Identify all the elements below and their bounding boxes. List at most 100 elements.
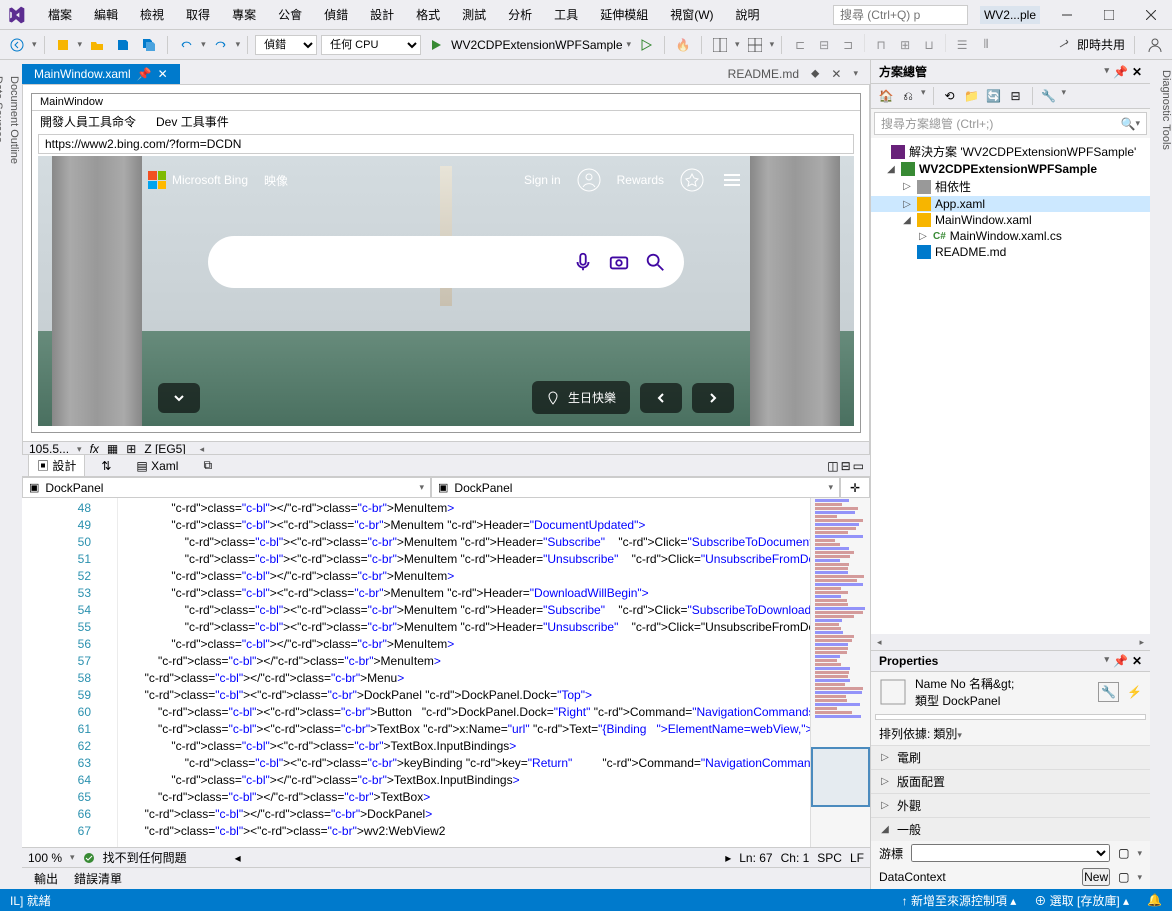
show-all-icon[interactable]: 📁 <box>963 87 981 105</box>
code-minimap[interactable] <box>810 498 870 847</box>
refresh-icon[interactable]: 🔄 <box>985 87 1003 105</box>
branch-icon[interactable]: ⎌ <box>899 87 917 105</box>
save-all-icon[interactable] <box>138 34 160 56</box>
element-combo-left[interactable]: ▣ DockPanel▾ <box>22 477 431 498</box>
solution-tree[interactable]: 解決方案 'WV2CDPExtensionWPFSample' ◢WV2CDPE… <box>871 138 1150 634</box>
menu-test[interactable]: 測試 <box>452 2 496 27</box>
menu-debug[interactable]: 偵錯 <box>314 2 358 27</box>
maximize-button[interactable] <box>1094 5 1124 25</box>
split-horizontal-icon[interactable]: ⊟ <box>841 459 851 473</box>
bing-logo[interactable]: Microsoft Bing <box>148 171 248 189</box>
menu-view[interactable]: 檢視 <box>130 2 174 27</box>
start-icon[interactable] <box>425 34 447 56</box>
source-control-button[interactable]: ↑ 新增至來源控制項 ▴ <box>902 892 1017 909</box>
tab-readme[interactable]: README.md ⬥ ✕ ▾ <box>716 63 870 84</box>
save-icon[interactable] <box>112 34 134 56</box>
user-icon[interactable] <box>577 168 601 192</box>
properties-icon[interactable]: 🔧 <box>1040 87 1058 105</box>
search-icon[interactable]: 🔍 <box>1121 117 1136 131</box>
menu-build[interactable]: 公會 <box>268 2 312 27</box>
search-input[interactable] <box>833 5 968 25</box>
rewards-button[interactable]: Rewards <box>617 173 664 187</box>
pin-icon[interactable]: 📌 <box>1113 65 1128 79</box>
scroll-down-button[interactable] <box>158 383 200 413</box>
marker-icon[interactable]: ▢ <box>1118 846 1129 860</box>
dropdown-icon[interactable]: ▾ <box>32 39 37 50</box>
wrench-icon[interactable]: 🔧 <box>1098 682 1119 702</box>
location-badge[interactable]: 生日快樂 <box>532 381 630 414</box>
wpf-menu-devtools[interactable]: 開發人員工具命令 <box>40 113 136 130</box>
dropdown-icon[interactable]: ▾ <box>1104 65 1109 79</box>
platform-select[interactable]: 任何 CPU <box>321 35 421 55</box>
element-name[interactable]: No 名稱&gt; <box>950 677 1014 691</box>
new-project-icon[interactable] <box>52 34 74 56</box>
menu-extensions[interactable]: 延伸模組 <box>590 2 658 27</box>
sync-icon[interactable]: ⟲ <box>941 87 959 105</box>
split-sync-icon[interactable]: ✛ <box>840 477 870 498</box>
section-general[interactable]: ◢一般 <box>871 817 1150 841</box>
split-tab-design[interactable]: ▣ 設計 <box>28 454 85 477</box>
close-tab-icon[interactable]: ✕ <box>158 67 168 81</box>
swap-icon[interactable]: ⇅ <box>101 459 111 473</box>
tab-diagnostic-tools[interactable]: Diagnostic Tools <box>1150 60 1172 889</box>
grid-icon[interactable] <box>744 34 766 56</box>
menu-get[interactable]: 取得 <box>176 2 220 27</box>
search-icon[interactable] <box>644 251 666 273</box>
xaml-designer[interactable]: MainWindow 開發人員工具命令 Dev 工具事件 https://www… <box>22 84 870 454</box>
mic-icon[interactable] <box>572 251 594 273</box>
menu-project[interactable]: 專案 <box>222 2 266 27</box>
home-icon[interactable]: 🏠 <box>877 87 895 105</box>
menu-design[interactable]: 設計 <box>360 2 404 27</box>
pin-icon[interactable]: 📌 <box>137 67 152 81</box>
solution-name[interactable]: WV2...ple <box>980 6 1040 24</box>
line-indicator[interactable]: Ln: 67 <box>739 851 772 865</box>
start-no-debug-icon[interactable] <box>635 34 657 56</box>
hamburger-icon[interactable] <box>720 168 744 192</box>
element-combo-right[interactable]: ▣ DockPanel▾ <box>431 477 840 498</box>
close-panel-icon[interactable]: ✕ <box>1132 654 1142 668</box>
editor-zoom[interactable]: 100 % <box>28 851 62 865</box>
menu-analyze[interactable]: 分析 <box>498 2 542 27</box>
prev-button[interactable] <box>640 383 682 413</box>
undo-icon[interactable] <box>175 34 197 56</box>
config-select[interactable]: 偵錯 <box>255 35 317 55</box>
split-collapse-icon[interactable]: ▭ <box>853 459 864 473</box>
char-indicator[interactable]: Ch: 1 <box>781 851 810 865</box>
account-icon[interactable] <box>1144 34 1166 56</box>
redo-icon[interactable] <box>210 34 232 56</box>
menu-file[interactable]: 檔案 <box>38 2 82 27</box>
camera-icon[interactable] <box>608 251 630 273</box>
tab-data-sources[interactable]: Data Sources <box>0 68 6 889</box>
notifications-icon[interactable]: 🔔 <box>1147 893 1162 907</box>
tab-error-list[interactable]: 錯誤清單 <box>74 870 122 887</box>
section-brush[interactable]: ▷電刷 <box>871 745 1150 769</box>
live-share-button[interactable]: 即時共用 <box>1077 36 1125 53</box>
close-panel-icon[interactable]: ✕ <box>1132 65 1142 79</box>
lf-indicator[interactable]: LF <box>850 851 864 865</box>
repo-select-button[interactable]: ⊕ 選取 [存放庫] ▴ <box>1034 892 1129 909</box>
bing-search-box[interactable] <box>208 236 684 288</box>
menu-edit[interactable]: 編輯 <box>84 2 128 27</box>
tab-mainwindow-xaml[interactable]: MainWindow.xaml 📌 ✕ <box>22 64 180 84</box>
collapse-icon[interactable]: ⊟ <box>1007 87 1025 105</box>
marker-icon[interactable]: ▢ <box>1118 870 1129 884</box>
split-tab-xaml[interactable]: ▤ Xaml <box>127 456 187 476</box>
hot-reload-icon[interactable]: 🔥 <box>672 34 694 56</box>
split-vertical-icon[interactable]: ◫ <box>827 459 838 473</box>
cursor-select[interactable] <box>911 844 1110 862</box>
section-layout[interactable]: ▷版面配置 <box>871 769 1150 793</box>
bing-nav-images[interactable]: 映像 <box>264 172 288 189</box>
wpf-url-bar[interactable]: https://www2.bing.com/?form=DCDN <box>38 134 854 154</box>
menu-help[interactable]: 說明 <box>726 2 770 27</box>
wpf-menu-devevents[interactable]: Dev 工具事件 <box>156 113 229 130</box>
section-appearance[interactable]: ▷外觀 <box>871 793 1150 817</box>
start-target[interactable]: WV2CDPExtensionWPFSample <box>451 38 622 52</box>
tab-output[interactable]: 輸出 <box>34 870 58 887</box>
solution-search[interactable]: 搜尋方案總管 (Ctrl+;) 🔍 ▾ <box>874 112 1147 135</box>
minimize-button[interactable] <box>1052 5 1082 25</box>
open-icon[interactable] <box>86 34 108 56</box>
close-tab-icon[interactable]: ✕ <box>831 67 841 81</box>
menu-window[interactable]: 視窗(W) <box>660 2 723 27</box>
code-editor[interactable]: 4849505152535455565758596061626364656667… <box>22 498 870 847</box>
back-icon[interactable] <box>6 34 28 56</box>
